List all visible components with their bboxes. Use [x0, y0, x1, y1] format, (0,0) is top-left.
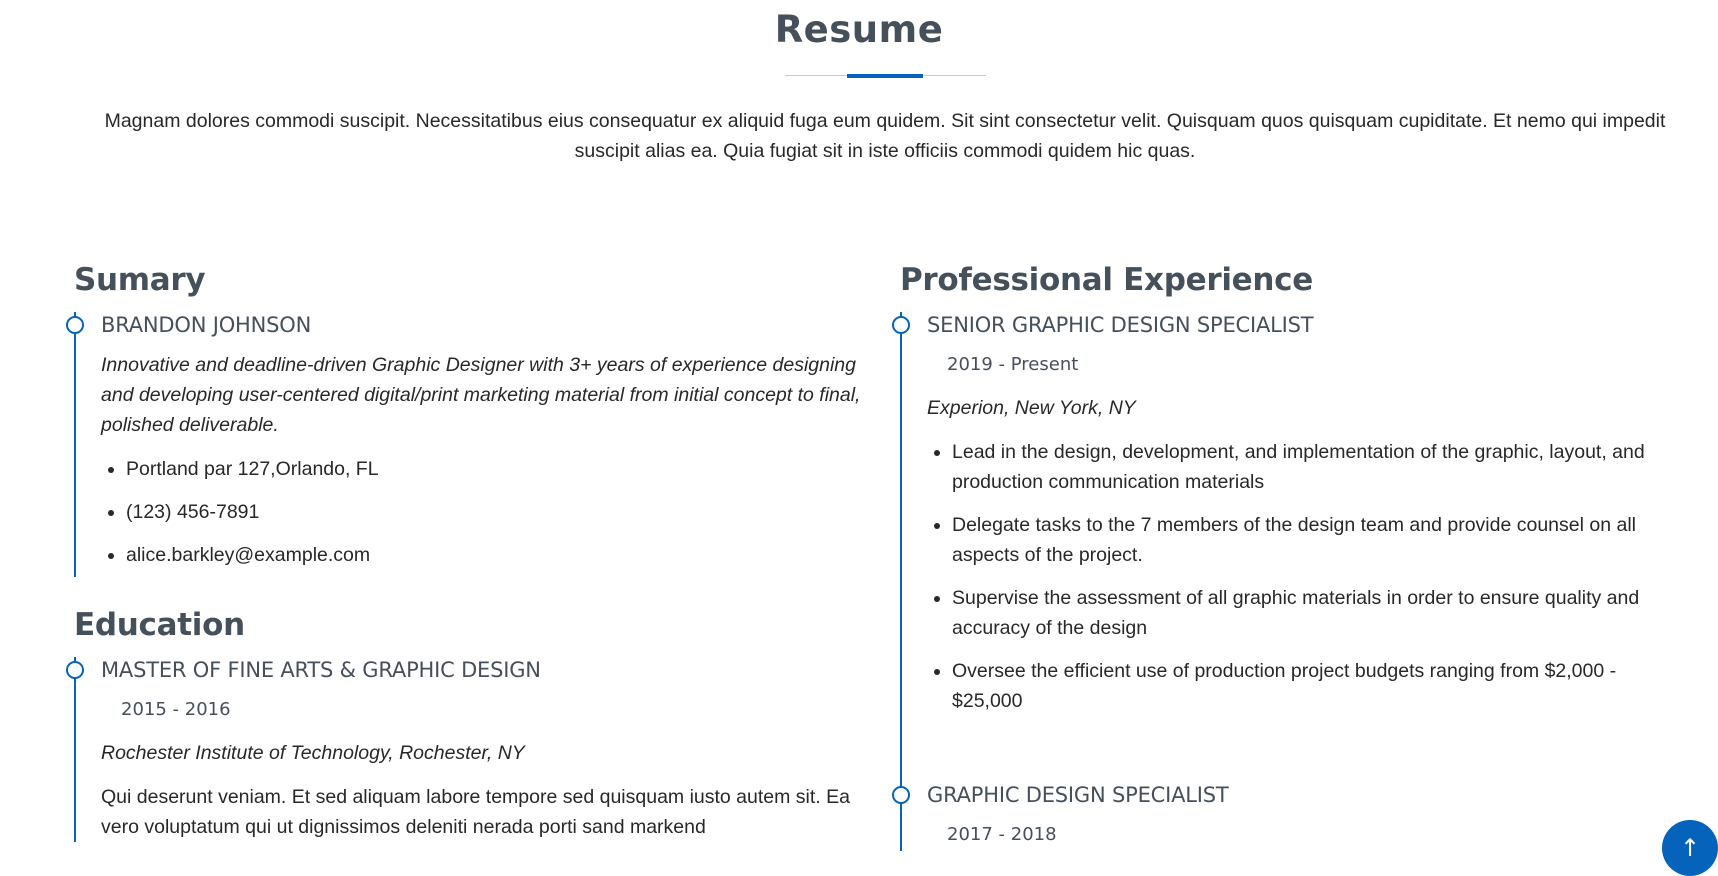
experience-years: 2019 - Present: [927, 348, 1099, 381]
experience-company: Experion, New York, NY: [927, 397, 1136, 419]
right-column: Professional Experience SENIOR GRAPHIC D…: [892, 262, 1680, 851]
experience-years: 2017 - 2018: [927, 818, 1077, 851]
education-degree: MASTER OF FINE ARTS & GRAPHIC DESIGN: [101, 658, 541, 682]
experience-item: GRAPHIC DESIGN SPECIALIST 2017 - 2018: [892, 782, 1680, 851]
timeline-dot: [66, 316, 84, 334]
contact-phone: (123) 456-7891: [126, 497, 874, 527]
left-column: Sumary BRANDON JOHNSON Innovative and de…: [66, 262, 874, 842]
experience-item: SENIOR GRAPHIC DESIGN SPECIALIST 2019 - …: [892, 312, 1680, 782]
contact-list: Portland par 127,Orlando, FL (123) 456-7…: [101, 454, 874, 570]
back-to-top-button[interactable]: ↑: [1662, 820, 1718, 876]
title-accent-bar: [847, 74, 923, 78]
timeline-dot: [66, 661, 84, 679]
experience-bullet: Oversee the efficient use of production …: [952, 656, 1680, 716]
summary-name: BRANDON JOHNSON: [101, 313, 312, 337]
education-description: Qui deserunt veniam. Et sed aliquam labo…: [101, 786, 850, 838]
summary-heading: Sumary: [74, 262, 206, 298]
education-item: MASTER OF FINE ARTS & GRAPHIC DESIGN 201…: [66, 657, 874, 842]
education-heading: Education: [74, 607, 245, 643]
education-school: Rochester Institute of Technology, Roche…: [101, 742, 525, 764]
page-title: Resume: [774, 8, 944, 51]
experience-bullet: Supervise the assessment of all graphic …: [952, 583, 1680, 643]
experience-bullets: Lead in the design, development, and imp…: [927, 437, 1680, 716]
arrow-up-icon: ↑: [1679, 834, 1701, 862]
intro-text: Magnam dolores commodi suscipit. Necessi…: [104, 110, 1666, 162]
timeline-dot: [892, 786, 910, 804]
experience-heading: Professional Experience: [900, 262, 1313, 298]
contact-email: alice.barkley@example.com: [126, 540, 874, 570]
summary-description: Innovative and deadline-driven Graphic D…: [101, 354, 861, 436]
timeline-dot: [892, 316, 910, 334]
summary-item: BRANDON JOHNSON Innovative and deadline-…: [66, 312, 874, 577]
education-years: 2015 - 2016: [101, 693, 251, 726]
experience-bullet: Delegate tasks to the 7 members of the d…: [952, 510, 1680, 570]
contact-address: Portland par 127,Orlando, FL: [126, 454, 874, 484]
experience-bullet: Lead in the design, development, and imp…: [952, 437, 1680, 497]
experience-title: GRAPHIC DESIGN SPECIALIST: [927, 783, 1229, 807]
experience-title: SENIOR GRAPHIC DESIGN SPECIALIST: [927, 313, 1314, 337]
